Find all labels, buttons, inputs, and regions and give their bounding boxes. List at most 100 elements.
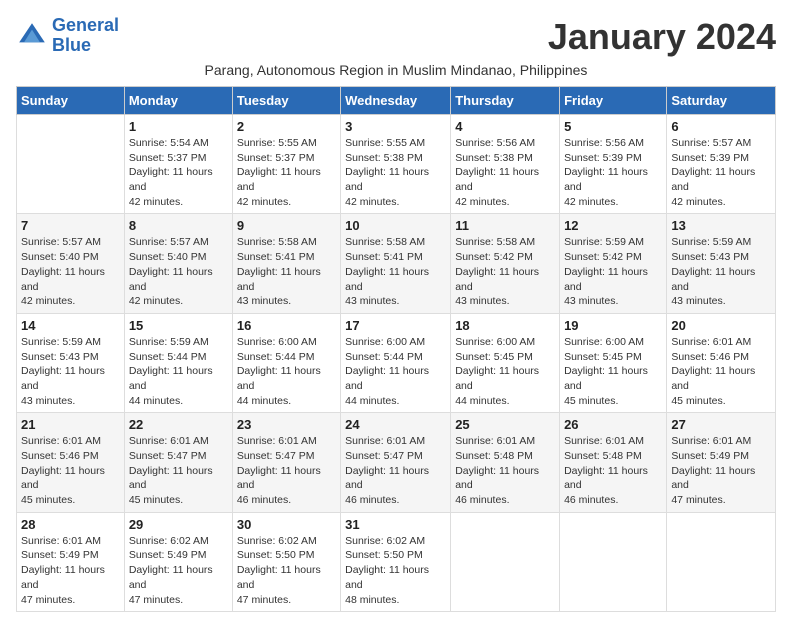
day-info: Sunrise: 5:59 AMSunset: 5:43 PMDaylight:… <box>671 235 771 308</box>
calendar-table: SundayMondayTuesdayWednesdayThursdayFrid… <box>16 86 776 612</box>
day-info: Sunrise: 6:01 AMSunset: 5:48 PMDaylight:… <box>564 434 662 507</box>
day-header-tuesday: Tuesday <box>232 87 340 115</box>
day-header-thursday: Thursday <box>451 87 560 115</box>
day-number: 23 <box>237 417 336 432</box>
day-number: 13 <box>671 218 771 233</box>
logo-line2: Blue <box>52 35 91 55</box>
day-info: Sunrise: 6:01 AMSunset: 5:47 PMDaylight:… <box>129 434 228 507</box>
day-header-wednesday: Wednesday <box>341 87 451 115</box>
day-info: Sunrise: 6:00 AMSunset: 5:45 PMDaylight:… <box>455 335 555 408</box>
week-row-1: 1 Sunrise: 5:54 AMSunset: 5:37 PMDaylight… <box>17 115 776 214</box>
calendar-cell <box>667 512 776 611</box>
day-number: 8 <box>129 218 228 233</box>
calendar-cell: 4 Sunrise: 5:56 AMSunset: 5:38 PMDaylight… <box>451 115 560 214</box>
day-number: 4 <box>455 119 555 134</box>
day-info: Sunrise: 6:01 AMSunset: 5:47 PMDaylight:… <box>237 434 336 507</box>
calendar-cell: 21Sunrise: 6:01 AMSunset: 5:46 PMDayligh… <box>17 413 125 512</box>
day-info: Sunrise: 6:01 AMSunset: 5:46 PMDaylight:… <box>671 335 771 408</box>
day-header-monday: Monday <box>124 87 232 115</box>
calendar-cell: 7 Sunrise: 5:57 AMSunset: 5:40 PMDaylight… <box>17 214 125 313</box>
day-number: 7 <box>21 218 120 233</box>
calendar-cell: 25Sunrise: 6:01 AMSunset: 5:48 PMDayligh… <box>451 413 560 512</box>
day-number: 27 <box>671 417 771 432</box>
calendar-cell <box>451 512 560 611</box>
day-number: 5 <box>564 119 662 134</box>
week-row-4: 21Sunrise: 6:01 AMSunset: 5:46 PMDayligh… <box>17 413 776 512</box>
calendar-cell: 9 Sunrise: 5:58 AMSunset: 5:41 PMDaylight… <box>232 214 340 313</box>
calendar-cell: 16Sunrise: 6:00 AMSunset: 5:44 PMDayligh… <box>232 313 340 412</box>
day-info: Sunrise: 5:59 AMSunset: 5:42 PMDaylight:… <box>564 235 662 308</box>
day-number: 9 <box>237 218 336 233</box>
logo-text: General Blue <box>52 16 119 56</box>
day-info: Sunrise: 5:57 AMSunset: 5:39 PMDaylight:… <box>671 136 771 209</box>
subtitle: Parang, Autonomous Region in Muslim Mind… <box>16 62 776 78</box>
day-header-friday: Friday <box>560 87 667 115</box>
day-info: Sunrise: 6:01 AMSunset: 5:49 PMDaylight:… <box>21 534 120 607</box>
calendar-cell: 22 Sunrise: 6:01 AMSunset: 5:47 PMDayligh… <box>124 413 232 512</box>
day-number: 17 <box>345 318 446 333</box>
day-number: 28 <box>21 517 120 532</box>
day-number: 3 <box>345 119 446 134</box>
day-number: 1 <box>129 119 228 134</box>
day-info: Sunrise: 5:58 AMSunset: 5:41 PMDaylight:… <box>345 235 446 308</box>
day-info: Sunrise: 6:00 AMSunset: 5:45 PMDaylight:… <box>564 335 662 408</box>
day-number: 2 <box>237 119 336 134</box>
calendar-cell: 17 Sunrise: 6:00 AMSunset: 5:44 PMDayligh… <box>341 313 451 412</box>
day-info: Sunrise: 5:57 AMSunset: 5:40 PMDaylight:… <box>21 235 120 308</box>
day-info: Sunrise: 5:55 AMSunset: 5:37 PMDaylight:… <box>237 136 336 209</box>
day-number: 22 <box>129 417 228 432</box>
day-number: 30 <box>237 517 336 532</box>
days-header-row: SundayMondayTuesdayWednesdayThursdayFrid… <box>17 87 776 115</box>
day-info: Sunrise: 5:56 AMSunset: 5:38 PMDaylight:… <box>455 136 555 209</box>
calendar-cell: 8 Sunrise: 5:57 AMSunset: 5:40 PMDaylight… <box>124 214 232 313</box>
day-info: Sunrise: 6:00 AMSunset: 5:44 PMDaylight:… <box>237 335 336 408</box>
calendar-cell <box>560 512 667 611</box>
day-info: Sunrise: 6:01 AMSunset: 5:49 PMDaylight:… <box>671 434 771 507</box>
logo-icon <box>16 20 48 52</box>
day-info: Sunrise: 6:02 AMSunset: 5:50 PMDaylight:… <box>345 534 446 607</box>
day-info: Sunrise: 5:55 AMSunset: 5:38 PMDaylight:… <box>345 136 446 209</box>
calendar-cell: 20 Sunrise: 6:01 AMSunset: 5:46 PMDayligh… <box>667 313 776 412</box>
calendar-cell: 19 Sunrise: 6:00 AMSunset: 5:45 PMDayligh… <box>560 313 667 412</box>
calendar-cell: 10 Sunrise: 5:58 AMSunset: 5:41 PMDayligh… <box>341 214 451 313</box>
week-row-2: 7 Sunrise: 5:57 AMSunset: 5:40 PMDaylight… <box>17 214 776 313</box>
calendar-cell: 3 Sunrise: 5:55 AMSunset: 5:38 PMDaylight… <box>341 115 451 214</box>
day-info: Sunrise: 5:59 AMSunset: 5:43 PMDaylight:… <box>21 335 120 408</box>
day-number: 18 <box>455 318 555 333</box>
day-info: Sunrise: 6:02 AMSunset: 5:49 PMDaylight:… <box>129 534 228 607</box>
calendar-cell: 23 Sunrise: 6:01 AMSunset: 5:47 PMDayligh… <box>232 413 340 512</box>
day-info: Sunrise: 5:57 AMSunset: 5:40 PMDaylight:… <box>129 235 228 308</box>
day-header-sunday: Sunday <box>17 87 125 115</box>
day-info: Sunrise: 6:01 AMSunset: 5:47 PMDaylight:… <box>345 434 446 507</box>
day-number: 19 <box>564 318 662 333</box>
day-info: Sunrise: 5:54 AMSunset: 5:37 PMDaylight:… <box>129 136 228 209</box>
week-row-3: 14 Sunrise: 5:59 AMSunset: 5:43 PMDayligh… <box>17 313 776 412</box>
calendar-cell: 18 Sunrise: 6:00 AMSunset: 5:45 PMDayligh… <box>451 313 560 412</box>
calendar-cell: 31Sunrise: 6:02 AMSunset: 5:50 PMDayligh… <box>341 512 451 611</box>
calendar-cell: 6 Sunrise: 5:57 AMSunset: 5:39 PMDaylight… <box>667 115 776 214</box>
day-number: 11 <box>455 218 555 233</box>
day-number: 24 <box>345 417 446 432</box>
calendar-cell: 30 Sunrise: 6:02 AMSunset: 5:50 PMDayligh… <box>232 512 340 611</box>
header: General Blue January 2024 <box>16 16 776 58</box>
calendar-cell: 15Sunrise: 5:59 AMSunset: 5:44 PMDayligh… <box>124 313 232 412</box>
calendar-cell: 11Sunrise: 5:58 AMSunset: 5:42 PMDayligh… <box>451 214 560 313</box>
day-number: 14 <box>21 318 120 333</box>
day-number: 6 <box>671 119 771 134</box>
day-number: 25 <box>455 417 555 432</box>
calendar-cell: 2 Sunrise: 5:55 AMSunset: 5:37 PMDaylight… <box>232 115 340 214</box>
day-info: Sunrise: 6:02 AMSunset: 5:50 PMDaylight:… <box>237 534 336 607</box>
day-number: 12 <box>564 218 662 233</box>
day-info: Sunrise: 5:58 AMSunset: 5:41 PMDaylight:… <box>237 235 336 308</box>
day-number: 20 <box>671 318 771 333</box>
calendar-cell: 28 Sunrise: 6:01 AMSunset: 5:49 PMDayligh… <box>17 512 125 611</box>
calendar-cell: 26 Sunrise: 6:01 AMSunset: 5:48 PMDayligh… <box>560 413 667 512</box>
day-info: Sunrise: 6:00 AMSunset: 5:44 PMDaylight:… <box>345 335 446 408</box>
day-info: Sunrise: 5:56 AMSunset: 5:39 PMDaylight:… <box>564 136 662 209</box>
day-info: Sunrise: 5:59 AMSunset: 5:44 PMDaylight:… <box>129 335 228 408</box>
day-number: 26 <box>564 417 662 432</box>
day-info: Sunrise: 6:01 AMSunset: 5:46 PMDaylight:… <box>21 434 120 507</box>
day-number: 10 <box>345 218 446 233</box>
calendar-cell: 24 Sunrise: 6:01 AMSunset: 5:47 PMDayligh… <box>341 413 451 512</box>
day-header-saturday: Saturday <box>667 87 776 115</box>
